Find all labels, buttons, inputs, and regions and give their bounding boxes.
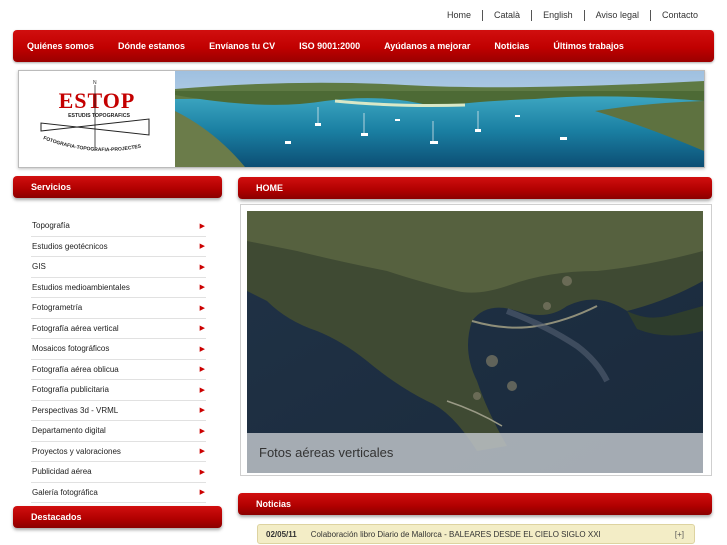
news-title: Noticias (256, 499, 292, 509)
service-item[interactable]: Mosaicos fotográficos ▶ (31, 339, 206, 360)
estop-logo[interactable]: N ESTOP ESTUDIS TOPOGRAFICS FOTOGRAFIA-T… (19, 71, 175, 167)
nav-quienes-somos[interactable]: Quiénes somos (13, 41, 106, 51)
service-item[interactable]: Fotografía publicitaria ▶ (31, 380, 206, 401)
top-link-catala[interactable]: Català (482, 10, 531, 21)
nav-ultimos-trabajos[interactable]: Últimos trabajos (541, 41, 636, 51)
services-title: Servicios (31, 182, 72, 192)
service-label: Topografía (32, 221, 70, 231)
service-item[interactable]: Publicidad aérea ▶ (31, 462, 206, 483)
featured-title: Destacados (31, 512, 82, 522)
services-list: Topografía ▶ Estudios geotécnicos ▶ GIS ▶ E… (31, 216, 206, 503)
home-title: HOME (256, 183, 283, 193)
top-link-contact[interactable]: Contacto (649, 10, 709, 21)
service-item[interactable]: Estudios geotécnicos ▶ (31, 237, 206, 257)
home-header: HOME (238, 177, 712, 199)
news-more-link[interactable]: [+] (675, 530, 694, 539)
service-item[interactable]: Topografía ▶ (31, 216, 206, 237)
top-links: Home Català English Aviso legal Contacto (436, 10, 709, 21)
top-link-home[interactable]: Home (436, 10, 482, 21)
logo-name: ESTOP (59, 88, 136, 113)
svg-text:FOTOGRAFIA-TOPOGRAFIA-PROJECTE: FOTOGRAFIA-TOPOGRAFIA-PROJECTES (42, 135, 142, 153)
news-title-link[interactable]: Colaboración libro Diario de Mallorca - … (311, 530, 675, 539)
service-item[interactable]: Departamento digital ▶ (31, 421, 206, 442)
logo-subtitle: ESTUDIS TOPOGRAFICS (68, 113, 130, 119)
nav-donde-estamos[interactable]: Dónde estamos (106, 41, 197, 51)
featured-header: Destacados (13, 506, 222, 528)
logo-tagline: FOTOGRAFIA-TOPOGRAFIA-PROJECTES (42, 135, 142, 153)
arrow-right-icon: ▶ (199, 386, 205, 394)
service-item[interactable]: Perspectivas 3d - VRML ▶ (31, 401, 206, 421)
service-item[interactable]: GIS ▶ (31, 257, 206, 278)
service-label: GIS (32, 262, 46, 272)
arrow-right-icon: ▶ (199, 222, 205, 230)
service-label: Galería fotográfica (32, 487, 98, 497)
top-link-legal[interactable]: Aviso legal (583, 10, 650, 21)
arrow-right-icon: ▶ (199, 345, 205, 353)
arrow-right-icon: ▶ (199, 448, 205, 456)
main-nav: Quiénes somos Dónde estamos Envíanos tu … (13, 30, 714, 62)
home-caption: Fotos aéreas verticales (247, 433, 703, 473)
services-header: Servicios (13, 176, 222, 198)
nav-iso[interactable]: ISO 9001:2000 (287, 41, 372, 51)
nav-envianos-cv[interactable]: Envíanos tu CV (197, 41, 287, 51)
top-link-english[interactable]: English (531, 10, 584, 21)
service-label: Departamento digital (32, 426, 106, 436)
logo-graphic: N ESTOP ESTUDIS TOPOGRAFICS FOTOGRAFIA-T… (40, 80, 150, 153)
nav-ayudanos[interactable]: Ayúdanos a mejorar (372, 41, 482, 51)
arrow-right-icon: ▶ (199, 407, 205, 415)
service-item[interactable]: Fotografía aérea vertical ▶ (31, 319, 206, 339)
service-label: Estudios geotécnicos (32, 241, 108, 251)
service-label: Fotografía aérea oblicua (32, 364, 119, 374)
aerial-photo[interactable]: Fotos aéreas verticales (247, 211, 703, 473)
seascape-photo (175, 71, 704, 167)
service-item[interactable]: Galería fotográfica ▶ (31, 483, 206, 503)
home-feature: Fotos aéreas verticales (240, 204, 712, 476)
service-label: Perspectivas 3d - VRML (32, 405, 119, 415)
arrow-right-icon: ▶ (199, 489, 205, 497)
service-label: Fotogrametría (32, 303, 83, 313)
arrow-right-icon: ▶ (199, 263, 205, 271)
arrow-right-icon: ▶ (199, 243, 205, 251)
arrow-right-icon: ▶ (199, 284, 205, 292)
service-item[interactable]: Proyectos y valoraciones ▶ (31, 442, 206, 462)
header-banner: N ESTOP ESTUDIS TOPOGRAFICS FOTOGRAFIA-T… (18, 70, 705, 168)
nav-noticias[interactable]: Noticias (482, 41, 541, 51)
news-item[interactable]: 02/05/11 Colaboración libro Diario de Ma… (257, 524, 695, 544)
service-label: Fotografía publicitaria (32, 385, 109, 395)
news-date: 02/05/11 (266, 529, 297, 539)
service-item[interactable]: Estudios medioambientales ▶ (31, 278, 206, 298)
service-item[interactable]: Fotografía aérea oblicua ▶ (31, 360, 206, 380)
service-label: Estudios medioambientales (32, 282, 130, 292)
service-label: Proyectos y valoraciones (32, 446, 121, 456)
arrow-right-icon: ▶ (199, 468, 205, 476)
arrow-right-icon: ▶ (199, 304, 205, 312)
arrow-right-icon: ▶ (199, 427, 205, 435)
service-item[interactable]: Fotogrametría ▶ (31, 298, 206, 319)
service-label: Fotografía aérea vertical (32, 323, 119, 333)
news-header: Noticias (238, 493, 712, 515)
service-label: Mosaicos fotográficos (32, 344, 110, 354)
arrow-right-icon: ▶ (199, 366, 205, 374)
arrow-right-icon: ▶ (199, 325, 205, 333)
service-label: Publicidad aérea (32, 467, 92, 477)
